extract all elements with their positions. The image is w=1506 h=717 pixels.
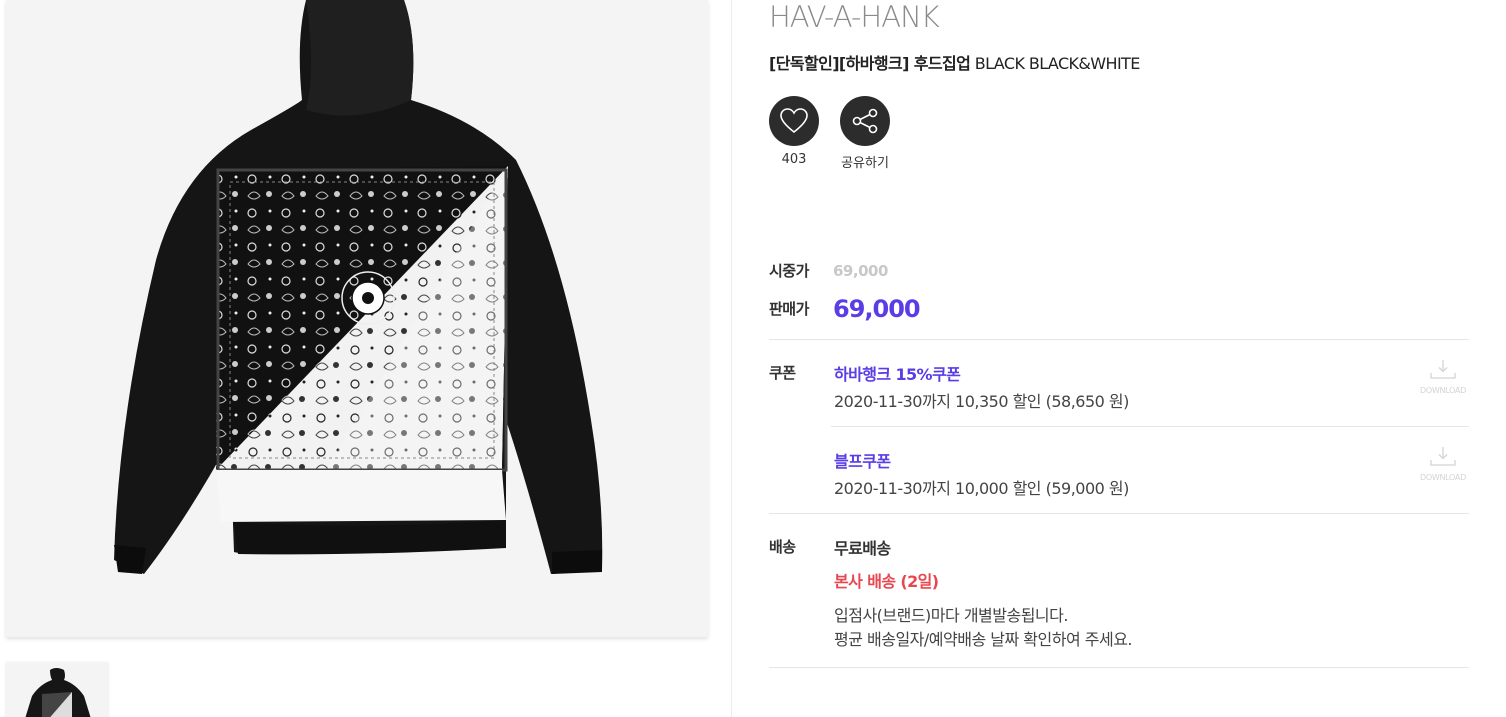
shipping-note-line2: 평균 배송일자/예약배송 날짜 확인하여 주세요. [834,630,1133,649]
product-title: [단독할인][하바행크] 후드집업 BLACK BLACK&WHITE [769,50,1140,74]
coupon-2-desc: 2020-11-30까지 10,000 할인 (59,000 원) [834,479,1129,498]
main-product-image[interactable] [6,0,708,637]
hoodie-image [114,0,603,574]
like-button[interactable]: 403 [769,96,819,167]
share-button[interactable]: 공유하기 [840,96,890,171]
divider [769,339,1469,340]
download-label: DOWNLOAD [1420,386,1466,395]
thumbnail-image[interactable] [6,662,108,717]
download-icon [1430,360,1456,379]
shipping-type: 무료배송 [834,539,891,558]
original-price-label: 시중가 [769,262,809,280]
divider [831,426,1469,427]
share-label: 공유하기 [841,156,889,171]
shipping-label: 배송 [769,538,796,556]
divider [769,667,1469,668]
hoodie-thumbnail-icon [25,668,91,717]
coupon-1-name: 하바행크 15%쿠폰 [834,365,961,384]
original-price-value: 69,000 [833,262,888,280]
gallery-divider [731,0,732,717]
shipping-method: 본사 배송 (2일) [834,572,939,591]
product-gallery [0,0,732,717]
like-count: 403 [781,152,807,167]
download-label: DOWNLOAD [1420,473,1466,482]
sale-price-value: 69,000 [833,295,921,323]
heart-icon [769,96,819,146]
coupon-1-download-button[interactable]: DOWNLOAD [1415,358,1471,395]
coupon-2-name: 블프쿠폰 [834,452,891,471]
shipping-note-line1: 입점사(브랜드)마다 개별발송됩니다. [834,606,1068,625]
coupon-1-desc: 2020-11-30까지 10,350 할인 (58,650 원) [834,392,1129,411]
share-icon [840,96,890,146]
coupon-2-download-button[interactable]: DOWNLOAD [1415,445,1471,482]
product-title-prefix: [단독할인][하바행크] 후드집업 [769,54,971,73]
download-icon [1430,447,1456,466]
coupon-label: 쿠폰 [769,364,796,382]
brand-name[interactable]: HAV-A-HANK [769,0,940,34]
product-title-suffix: BLACK BLACK&WHITE [970,54,1141,73]
divider [769,513,1469,514]
sale-price-label: 판매가 [769,300,809,318]
